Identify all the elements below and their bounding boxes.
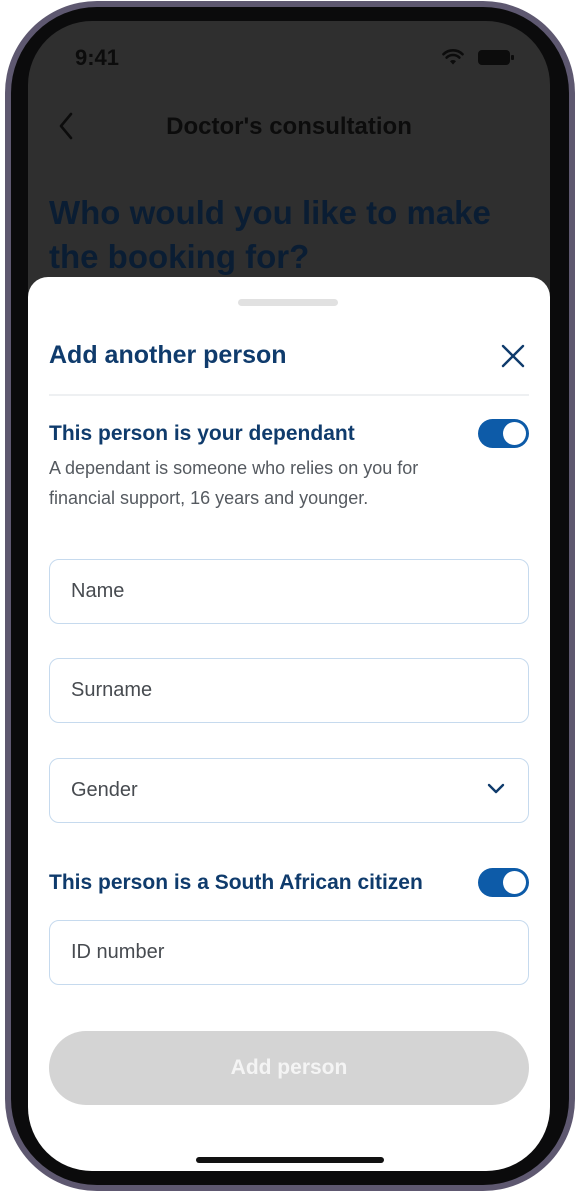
sheet-grabber[interactable]: [238, 299, 338, 306]
status-icons: [442, 49, 514, 65]
add-person-button-label: Add person: [230, 1056, 348, 1079]
chevron-down-icon: [487, 783, 505, 794]
dependant-toggle-label: This person is your dependant: [49, 422, 355, 445]
add-person-button[interactable]: Add person: [49, 1031, 529, 1105]
gender-select[interactable]: Gender: [49, 758, 529, 823]
surname-placeholder: Surname: [71, 679, 153, 701]
divider: [49, 394, 529, 396]
status-time: 9:41: [75, 45, 120, 70]
home-indicator[interactable]: [196, 1157, 384, 1163]
gender-placeholder: Gender: [71, 779, 138, 801]
page-heading: Who would you like to make the booking f…: [49, 194, 491, 275]
screen: 9:41 Doctor's consultation Who would you…: [28, 21, 550, 1171]
sheet-title: Add another person: [49, 341, 287, 369]
id-number-field[interactable]: ID number: [49, 920, 529, 985]
name-field[interactable]: Name: [49, 559, 529, 624]
citizen-toggle-label: This person is a South African citizen: [49, 871, 423, 894]
name-placeholder: Name: [71, 580, 125, 602]
toggle-knob: [503, 871, 526, 894]
dependant-toggle[interactable]: [478, 419, 529, 448]
id-number-placeholder: ID number: [71, 941, 165, 963]
citizen-toggle[interactable]: [478, 868, 529, 897]
battery-icon: [478, 49, 514, 65]
page-title: Doctor's consultation: [166, 113, 412, 140]
surname-field[interactable]: Surname: [49, 658, 529, 723]
dependant-description: A dependant is someone who relies on you…: [49, 458, 419, 508]
toggle-knob: [503, 422, 526, 445]
close-icon[interactable]: [500, 343, 526, 369]
wifi-icon: [442, 49, 464, 65]
add-person-sheet: Add another person This person is your d…: [28, 277, 550, 1171]
